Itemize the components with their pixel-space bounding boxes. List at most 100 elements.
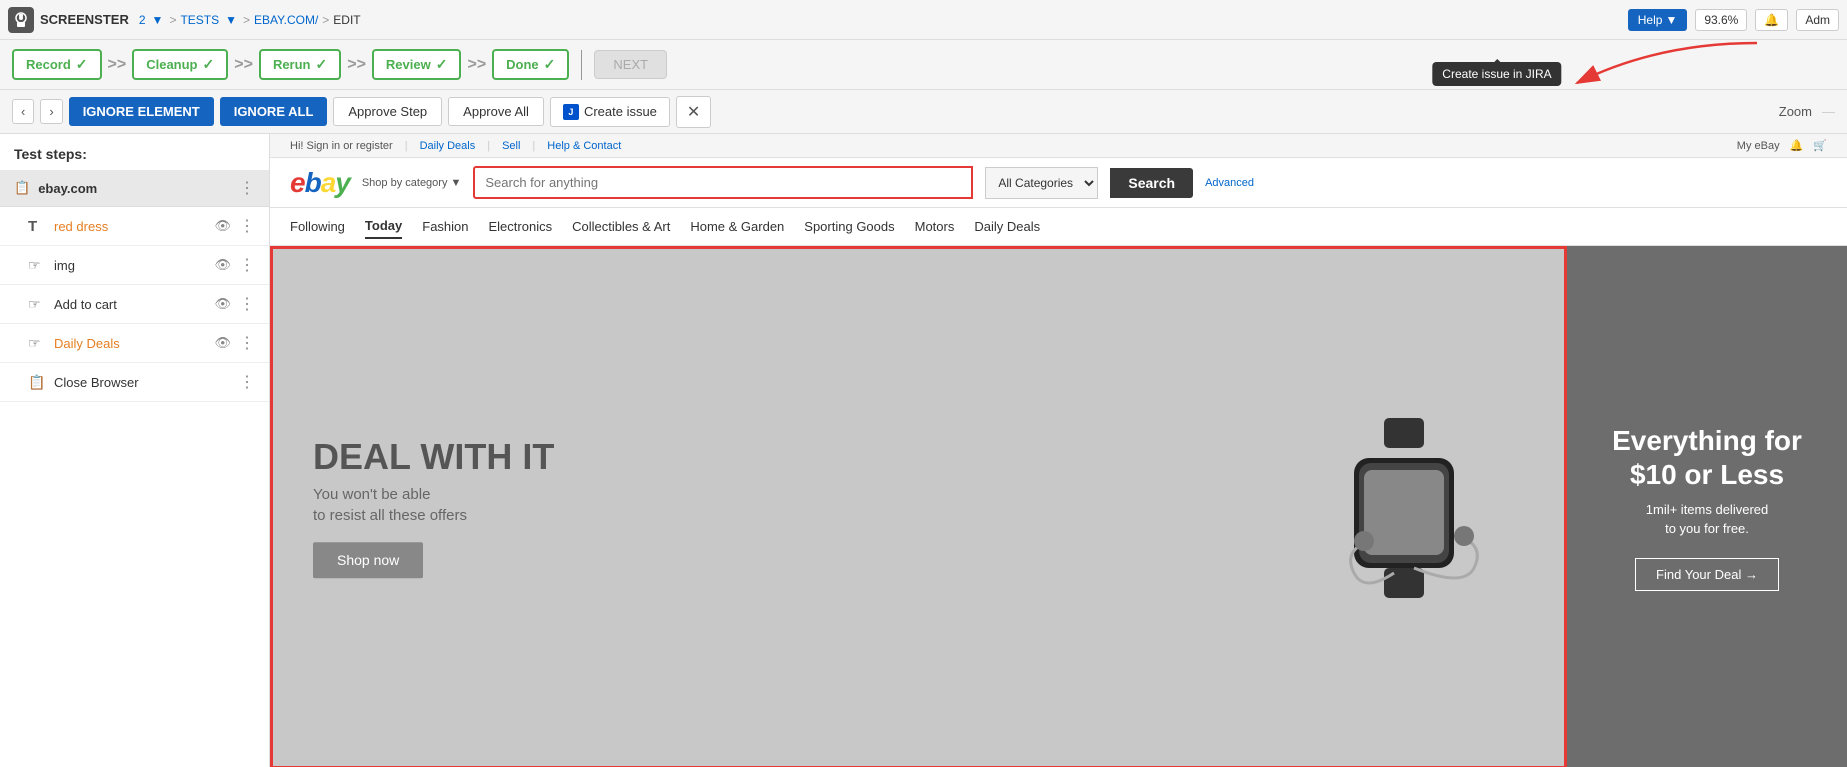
breadcrumb-tests-dropdown[interactable]: ▼: [223, 13, 239, 27]
ebay-logo: ebay: [290, 167, 350, 199]
cat-sporting[interactable]: Sporting Goods: [804, 215, 894, 238]
arrow-2: >>: [234, 56, 253, 74]
sidebar-title: Test steps:: [0, 134, 269, 170]
shop-now-button[interactable]: Shop now: [313, 542, 423, 578]
sep-1: |: [405, 140, 408, 152]
cat-following[interactable]: Following: [290, 215, 345, 238]
app-logo-icon: [8, 7, 34, 33]
ebay-category-nav: Following Today Fashion Electronics Coll…: [270, 208, 1847, 246]
admin-button[interactable]: Adm: [1796, 9, 1839, 31]
prev-button[interactable]: ‹: [12, 99, 34, 124]
sidebar-group-ebay[interactable]: 📋 ebay.com ⋮: [0, 170, 269, 207]
ignore-all-button[interactable]: IGNORE ALL: [220, 97, 328, 126]
more-icon-2[interactable]: ⋮: [239, 255, 255, 275]
eye-icon-3[interactable]: 👁: [214, 296, 231, 312]
browser-icon: 📋: [28, 374, 46, 391]
eye-icon-1[interactable]: 👁: [214, 218, 231, 234]
breadcrumb: 2 ▼ > TESTS ▼ > EBAY.COM/ > EDIT: [139, 13, 361, 27]
ebay-daily-deals-link[interactable]: Daily Deals: [420, 140, 476, 152]
ebay-categories-select[interactable]: All Categories: [985, 167, 1098, 199]
click-icon-1: ☞: [28, 257, 46, 274]
shop-by-label: Shop by category: [362, 177, 448, 189]
cat-home-garden[interactable]: Home & Garden: [690, 215, 784, 238]
zoom-separator: —: [1822, 104, 1835, 119]
review-label: Review: [386, 57, 431, 72]
next-button[interactable]: NEXT: [594, 50, 667, 79]
ebay-cart-icon[interactable]: 🛒: [1813, 139, 1827, 152]
record-button[interactable]: Record ✓: [12, 49, 102, 80]
more-icon-4[interactable]: ⋮: [239, 333, 255, 353]
ebay-search-button[interactable]: Search: [1110, 168, 1193, 198]
done-check-icon: ✓: [544, 56, 556, 73]
ignore-element-button[interactable]: IGNORE ELEMENT: [69, 97, 214, 126]
zoom-label: Zoom: [1779, 104, 1812, 119]
next-nav-button[interactable]: ›: [40, 99, 62, 124]
record-check-icon: ✓: [76, 56, 88, 73]
create-issue-label: Create issue: [584, 104, 657, 119]
ebay-greeting: Hi! Sign in or register: [290, 140, 393, 152]
rerun-button[interactable]: Rerun ✓: [259, 49, 341, 80]
sidebar-item-daily-deals[interactable]: ☞ Daily Deals 👁 ⋮: [0, 324, 269, 363]
rerun-check-icon: ✓: [316, 56, 328, 73]
create-issue-button[interactable]: J Create issue: [550, 97, 670, 127]
more-icon-5[interactable]: ⋮: [239, 372, 255, 392]
approve-step-button[interactable]: Approve Step: [333, 97, 442, 126]
breadcrumb-num[interactable]: 2: [139, 13, 146, 27]
sidebar-item-close-browser[interactable]: 📋 Close Browser ⋮: [0, 363, 269, 402]
promo-sub: 1mil+ items deliveredto you for free.: [1646, 501, 1768, 537]
breadcrumb-tests[interactable]: TESTS: [180, 13, 219, 27]
find-deal-button[interactable]: Find Your Deal →: [1635, 558, 1779, 591]
ebay-top-right: My eBay 🔔 🛒: [1737, 139, 1827, 152]
sidebar-item-add-to-cart[interactable]: ☞ Add to cart 👁 ⋮: [0, 285, 269, 324]
cat-daily-deals[interactable]: Daily Deals: [974, 215, 1040, 238]
ebay-top-links: Hi! Sign in or register | Daily Deals | …: [290, 140, 621, 152]
cat-fashion[interactable]: Fashion: [422, 215, 468, 238]
cat-today[interactable]: Today: [365, 214, 402, 239]
help-button[interactable]: Help ▼: [1628, 9, 1688, 31]
done-button[interactable]: Done ✓: [492, 49, 569, 80]
sidebar: Test steps: 📋 ebay.com ⋮ T red dress 👁 ⋮…: [0, 134, 270, 767]
eye-icon-2[interactable]: 👁: [214, 257, 231, 273]
cat-collectibles[interactable]: Collectibles & Art: [572, 215, 670, 238]
notification-icon[interactable]: 🔔: [1755, 9, 1788, 31]
ebay-advanced-link[interactable]: Advanced: [1205, 177, 1254, 189]
ebay-sell-link[interactable]: Sell: [502, 140, 520, 152]
more-icon-3[interactable]: ⋮: [239, 294, 255, 314]
cleanup-button[interactable]: Cleanup ✓: [132, 49, 228, 80]
sidebar-item-label-red-dress: red dress: [54, 219, 206, 234]
ebay-main-content: DEAL WITH IT You won't be ableto resist …: [270, 246, 1847, 767]
breadcrumb-sep-2: >: [243, 13, 250, 27]
watch-illustration: [1304, 408, 1504, 608]
app-name: SCREENSTER: [40, 12, 129, 27]
approve-all-button[interactable]: Approve All: [448, 97, 544, 126]
cleanup-check-icon: ✓: [203, 56, 215, 73]
breadcrumb-sep-1: >: [169, 13, 176, 27]
help-dropdown-icon: ▼: [1665, 13, 1677, 27]
header-right: Help ▼ 93.6% 🔔 Adm: [1628, 9, 1839, 31]
review-button[interactable]: Review ✓: [372, 49, 462, 80]
annotation-arrow: [1557, 38, 1777, 98]
breadcrumb-num-dropdown[interactable]: ▼: [150, 13, 166, 27]
sidebar-item-img[interactable]: ☞ img 👁 ⋮: [0, 246, 269, 285]
banner-sub-text: You won't be ableto resist all these off…: [313, 484, 554, 526]
breadcrumb-site[interactable]: EBAY.COM/: [254, 13, 318, 27]
eye-icon-4[interactable]: 👁: [214, 335, 231, 351]
ebay-search-input[interactable]: [473, 166, 973, 199]
close-button[interactable]: ✕: [676, 96, 711, 128]
cat-electronics[interactable]: Electronics: [489, 215, 553, 238]
breadcrumb-sep-3: >: [322, 13, 329, 27]
more-icon-1[interactable]: ⋮: [239, 216, 255, 236]
sidebar-item-label-daily-deals: Daily Deals: [54, 336, 206, 351]
shop-by-category[interactable]: Shop by category ▼: [362, 177, 462, 189]
ebay-bell-icon[interactable]: 🔔: [1790, 139, 1804, 152]
preview-area: Hi! Sign in or register | Daily Deals | …: [270, 134, 1847, 767]
watch-svg: [1304, 408, 1504, 608]
logo-area: SCREENSTER: [8, 7, 129, 33]
sidebar-item-red-dress[interactable]: T red dress 👁 ⋮: [0, 207, 269, 246]
ebay-help-link[interactable]: Help & Contact: [547, 140, 621, 152]
sidebar-group-more-icon[interactable]: ⋮: [239, 178, 255, 198]
ebay-my-ebay[interactable]: My eBay: [1737, 140, 1780, 152]
zoom-display: 93.6%: [1695, 9, 1747, 31]
cat-motors[interactable]: Motors: [915, 215, 955, 238]
create-issue-jira-tooltip: Create issue in JIRA: [1432, 62, 1561, 86]
